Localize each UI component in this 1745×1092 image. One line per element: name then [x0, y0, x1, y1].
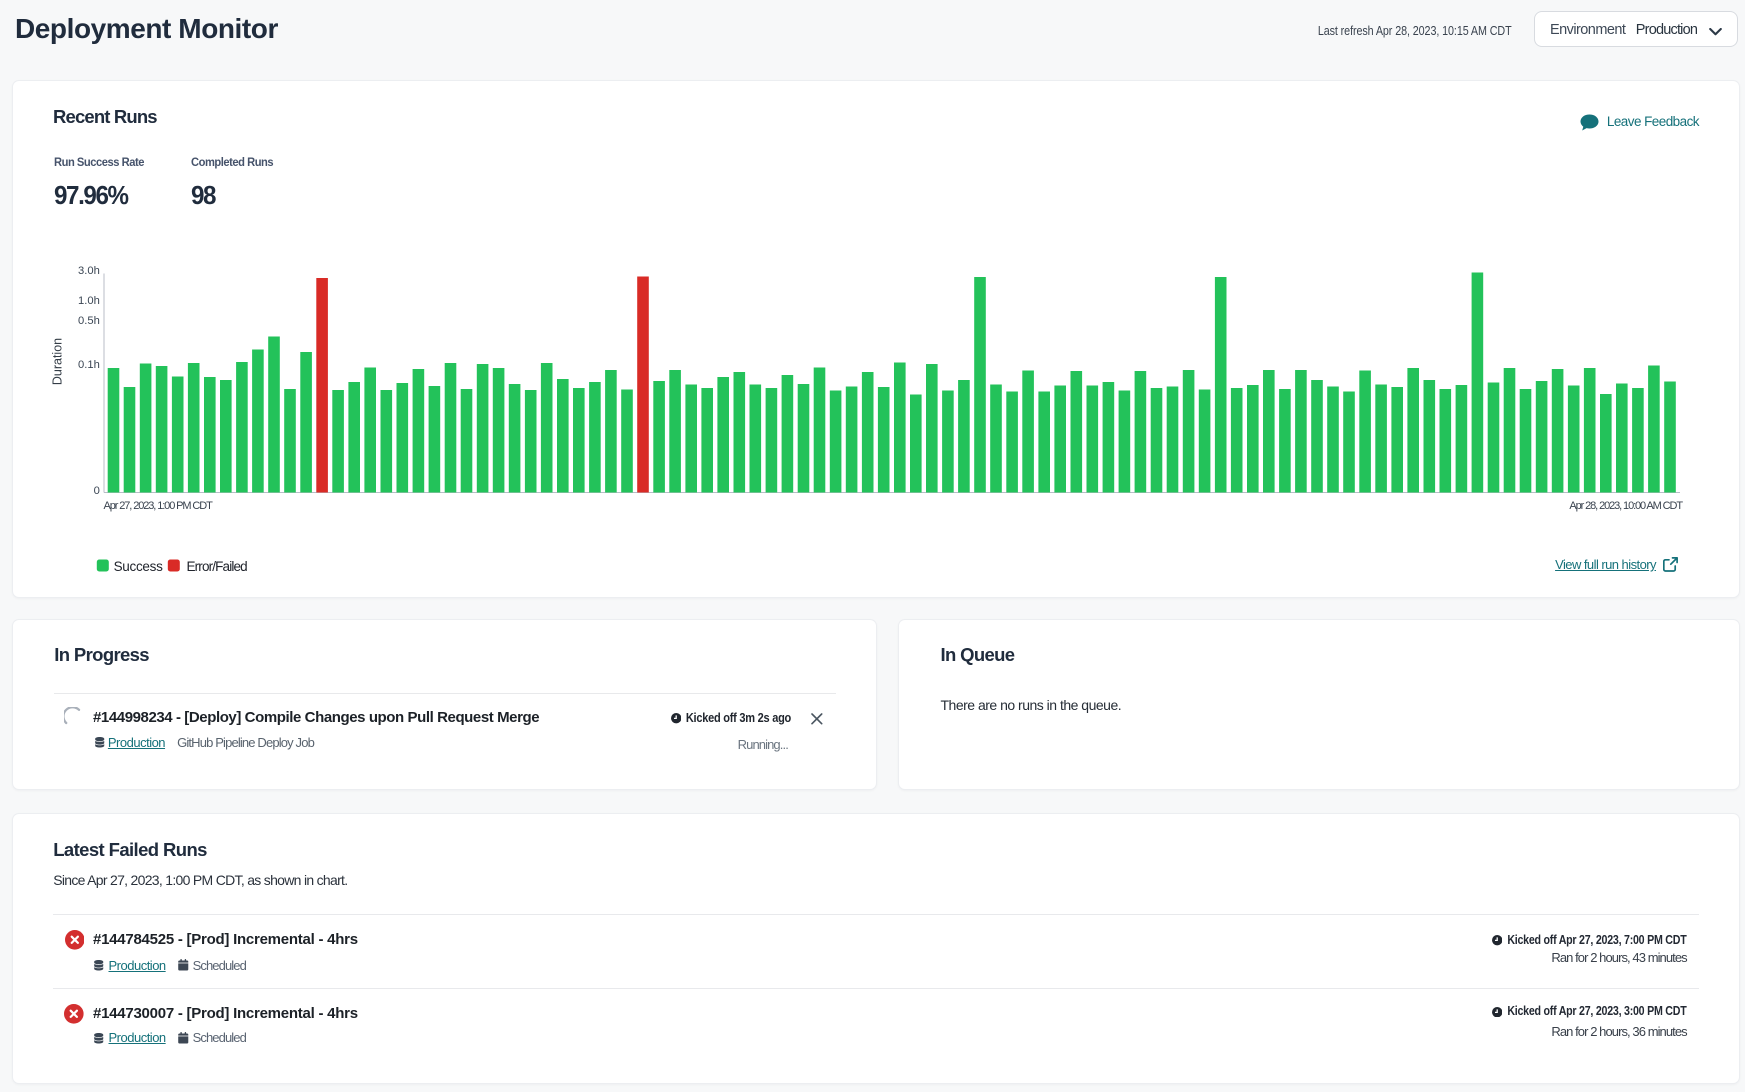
- svg-text:Error/Failed: Error/Failed: [187, 559, 248, 574]
- svg-text:0.1h: 0.1h: [78, 359, 100, 371]
- svg-text:Success: Success: [114, 559, 163, 574]
- svg-text:3.0h: 3.0h: [78, 265, 100, 277]
- svg-text:0: 0: [94, 485, 100, 497]
- svg-text:Apr 28, 2023, 10:00 AM CDT: Apr 28, 2023, 10:00 AM CDT: [1569, 500, 1683, 512]
- svg-text:Apr 27, 2023, 1:00 PM CDT: Apr 27, 2023, 1:00 PM CDT: [104, 500, 214, 512]
- svg-text:Duration: Duration: [51, 338, 65, 385]
- svg-text:0.5h: 0.5h: [78, 315, 100, 327]
- svg-text:1.0h: 1.0h: [78, 295, 100, 307]
